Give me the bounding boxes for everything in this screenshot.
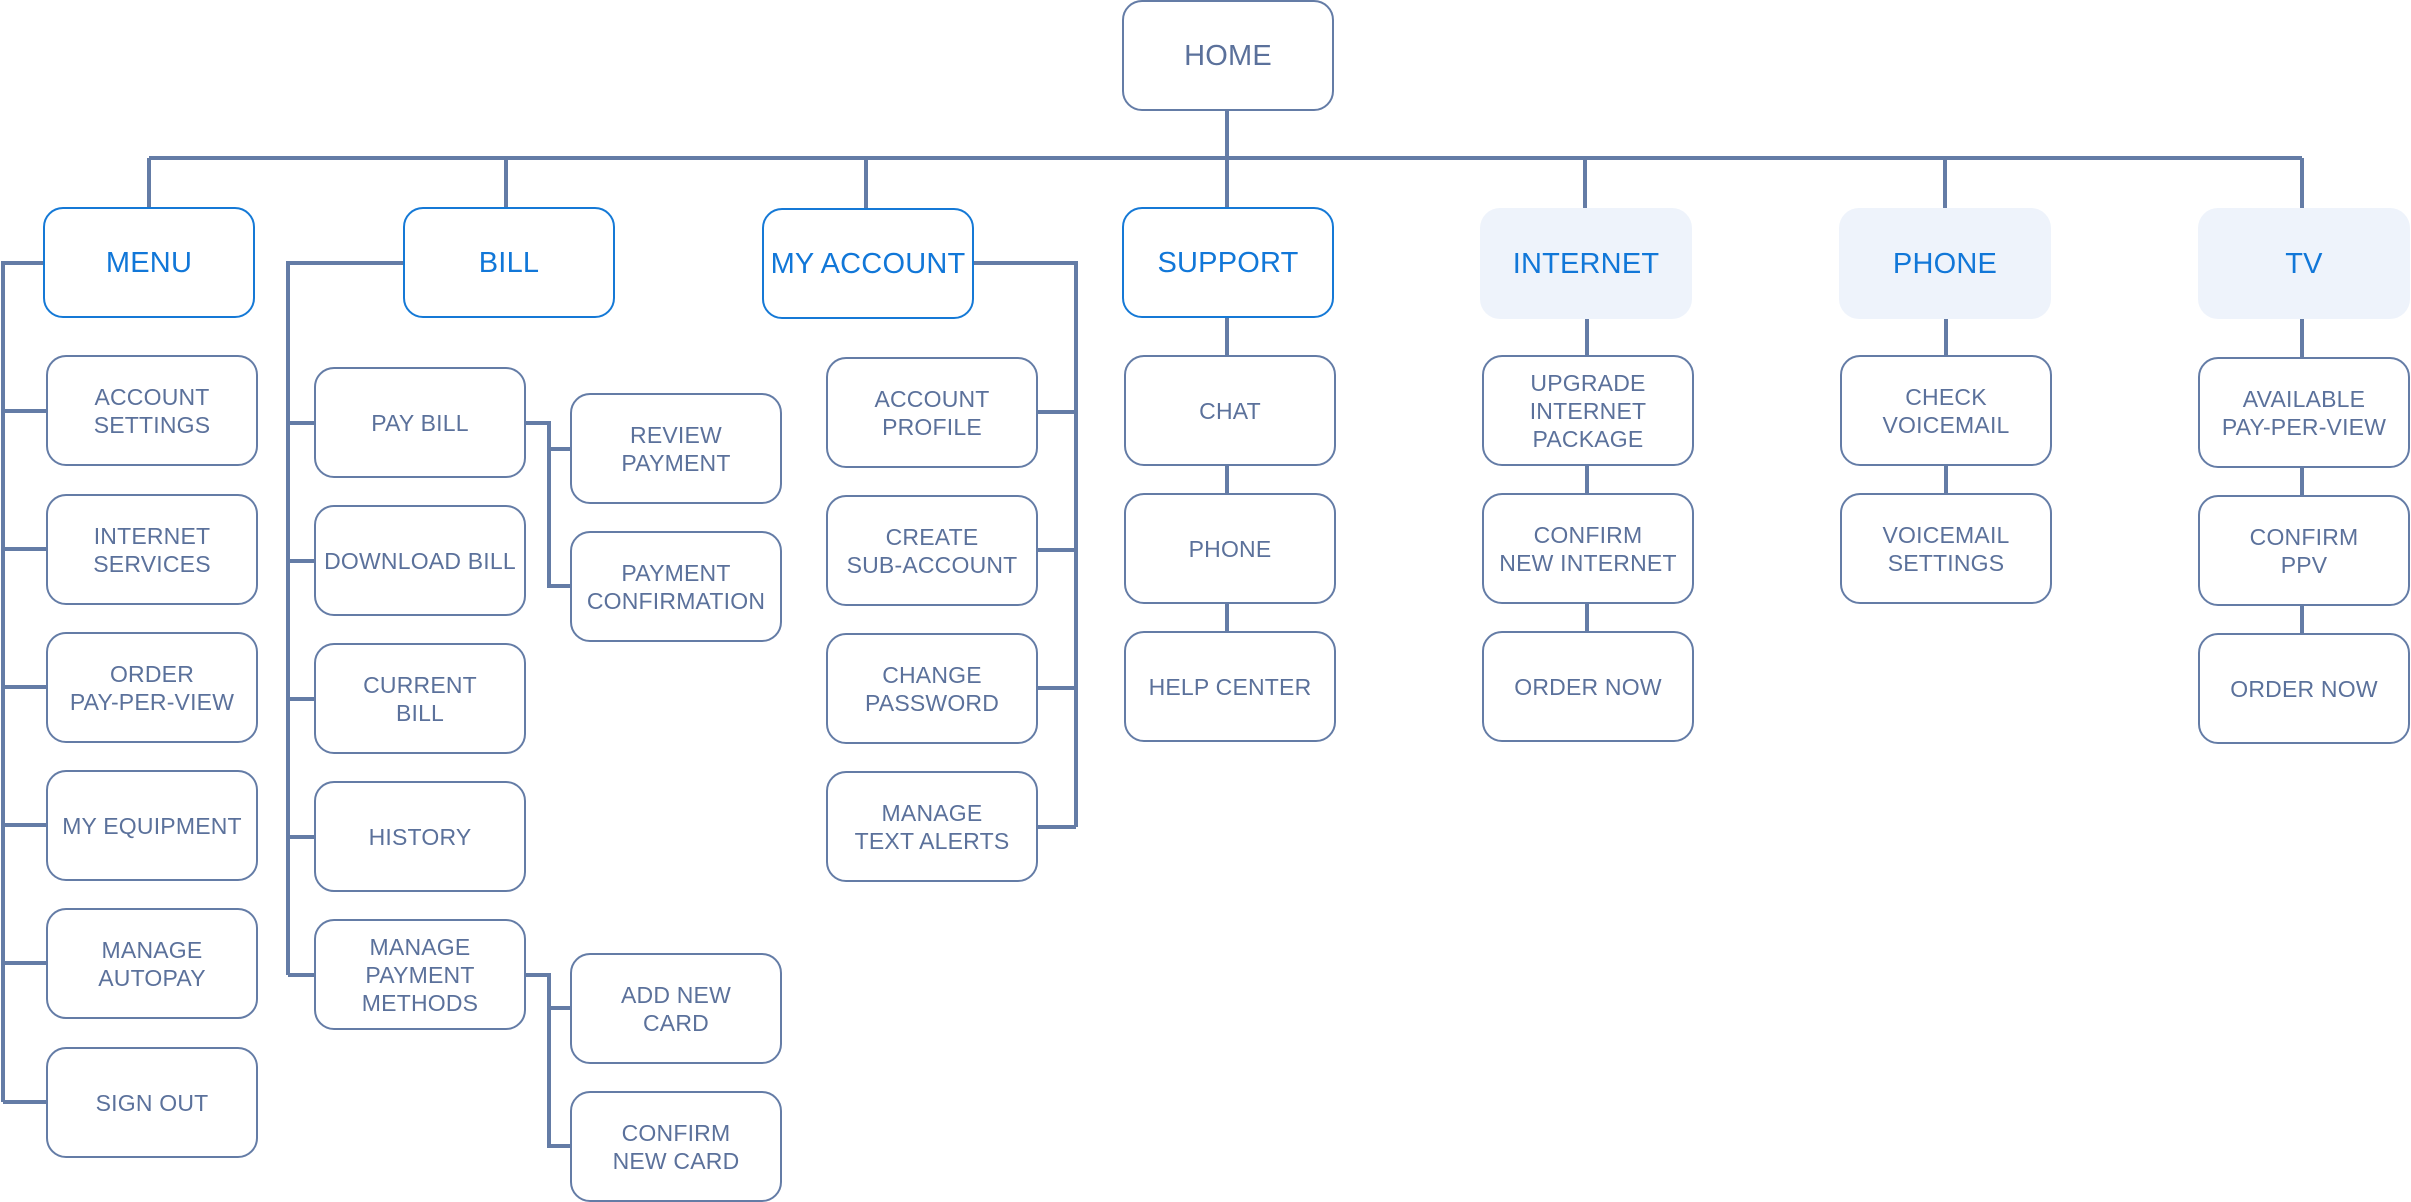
node-internet-services[interactable]: INTERNET SERVICES (46, 494, 258, 605)
node-chat[interactable]: CHAT (1124, 355, 1336, 466)
node-bill[interactable]: BILL (403, 207, 615, 318)
node-internet-order-now[interactable]: ORDER NOW (1482, 631, 1694, 742)
node-my-equipment[interactable]: MY EQUIPMENT (46, 770, 258, 881)
node-voicemail-settings[interactable]: VOICEMAIL SETTINGS (1840, 493, 2052, 604)
node-phone[interactable]: PHONE (1839, 208, 2051, 319)
node-tv-order-now[interactable]: ORDER NOW (2198, 633, 2410, 744)
node-support[interactable]: SUPPORT (1122, 207, 1334, 318)
node-account-profile[interactable]: ACCOUNT PROFILE (826, 357, 1038, 468)
node-internet[interactable]: INTERNET (1480, 208, 1692, 319)
node-payment-confirmation[interactable]: PAYMENT CONFIRMATION (570, 531, 782, 642)
node-manage-payment-methods[interactable]: MANAGE PAYMENT METHODS (314, 919, 526, 1030)
node-phone-support[interactable]: PHONE (1124, 493, 1336, 604)
node-confirm-ppv[interactable]: CONFIRM PPV (2198, 495, 2410, 606)
node-home[interactable]: HOME (1122, 0, 1334, 111)
node-review-payment[interactable]: REVIEW PAYMENT (570, 393, 782, 504)
node-create-sub-account[interactable]: CREATE SUB-ACCOUNT (826, 495, 1038, 606)
node-upgrade-internet-package[interactable]: UPGRADE INTERNET PACKAGE (1482, 355, 1694, 466)
node-sign-out[interactable]: SIGN OUT (46, 1047, 258, 1158)
node-history[interactable]: HISTORY (314, 781, 526, 892)
node-order-pay-per-view[interactable]: ORDER PAY-PER-VIEW (46, 632, 258, 743)
node-check-voicemail[interactable]: CHECK VOICEMAIL (1840, 355, 2052, 466)
node-available-pay-per-view[interactable]: AVAILABLE PAY-PER-VIEW (2198, 357, 2410, 468)
node-add-new-card[interactable]: ADD NEW CARD (570, 953, 782, 1064)
node-help-center[interactable]: HELP CENTER (1124, 631, 1336, 742)
node-pay-bill[interactable]: PAY BILL (314, 367, 526, 478)
node-my-account[interactable]: MY ACCOUNT (762, 208, 974, 319)
node-manage-autopay[interactable]: MANAGE AUTOPAY (46, 908, 258, 1019)
node-confirm-new-internet[interactable]: CONFIRM NEW INTERNET (1482, 493, 1694, 604)
node-manage-text-alerts[interactable]: MANAGE TEXT ALERTS (826, 771, 1038, 882)
node-menu[interactable]: MENU (43, 207, 255, 318)
node-current-bill[interactable]: CURRENT BILL (314, 643, 526, 754)
connector-managepay-sub (526, 973, 570, 1148)
node-confirm-new-card[interactable]: CONFIRM NEW CARD (570, 1091, 782, 1202)
node-download-bill[interactable]: DOWNLOAD BILL (314, 505, 526, 616)
node-account-settings[interactable]: ACCOUNT SETTINGS (46, 355, 258, 466)
node-change-password[interactable]: CHANGE PASSWORD (826, 633, 1038, 744)
connector-menu-trunk (1, 261, 43, 1102)
node-tv[interactable]: TV (2198, 208, 2410, 319)
